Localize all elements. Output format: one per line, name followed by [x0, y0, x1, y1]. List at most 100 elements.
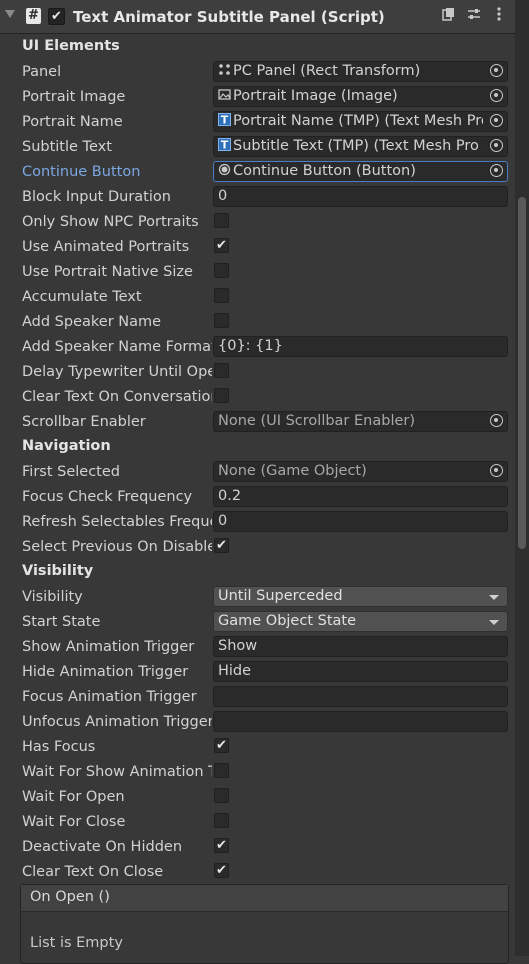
- delay-typewriter-checkbox[interactable]: [214, 363, 229, 378]
- row-first-selected: First Selected None (Game Object): [0, 460, 512, 485]
- block-input-duration-field[interactable]: 0: [213, 186, 508, 207]
- reference-icon[interactable]: [441, 7, 457, 23]
- object-picker-icon[interactable]: [490, 114, 503, 127]
- continue-button-value: Continue Button (Button): [233, 163, 416, 179]
- label-select-previous: Select Previous On Disable: [22, 539, 212, 555]
- deactivate-hidden-checkbox[interactable]: ✔: [214, 838, 229, 853]
- label-add-speaker: Add Speaker Name: [22, 314, 162, 330]
- portrait-image-object-field[interactable]: Portrait Image (Image): [213, 86, 508, 107]
- portrait-name-object-field[interactable]: T Portrait Name (TMP) (Text Mesh Pro: [213, 111, 508, 132]
- first-selected-object-field[interactable]: None (Game Object): [213, 461, 508, 482]
- has-focus-checkbox[interactable]: ✔: [214, 738, 229, 753]
- accumulate-checkbox[interactable]: [214, 288, 229, 303]
- use-animated-checkbox[interactable]: ✔: [214, 238, 229, 253]
- start-state-dropdown[interactable]: Game Object State: [213, 611, 508, 632]
- select-previous-checkbox[interactable]: ✔: [214, 538, 229, 553]
- focus-trigger-field[interactable]: [213, 686, 508, 707]
- row-block-input: Block Input Duration 0: [0, 185, 512, 210]
- clear-on-conversation-checkbox[interactable]: [214, 388, 229, 403]
- label-focus-trigger: Focus Animation Trigger: [22, 689, 197, 705]
- clear-on-close-checkbox[interactable]: ✔: [214, 863, 229, 878]
- wait-show-checkbox[interactable]: [214, 763, 229, 778]
- svg-text:T: T: [221, 139, 229, 152]
- object-picker-icon[interactable]: [490, 89, 503, 102]
- unfocus-trigger-field[interactable]: [213, 711, 508, 732]
- label-refresh-frequency: Refresh Selectables Frequency: [22, 514, 212, 530]
- speaker-format-field[interactable]: {0}: {1}: [213, 336, 508, 357]
- row-portrait-name: Portrait Name T Portrait Name (TMP) (Text…: [0, 110, 512, 135]
- refresh-frequency-value: 0: [218, 513, 228, 529]
- row-continue-button: Continue Button Continue Button (Button): [0, 160, 512, 185]
- dropdown-caret-icon: [489, 595, 499, 600]
- on-open-event-list[interactable]: On Open () List is Empty: [20, 884, 509, 964]
- scrollbar-enabler-value: None (UI Scrollbar Enabler): [218, 413, 416, 429]
- vertical-scrollbar[interactable]: [515, 0, 529, 956]
- first-selected-value: None (Game Object): [218, 463, 367, 479]
- panel-object-field[interactable]: PC Panel (Rect Transform): [213, 61, 508, 82]
- row-wait-show: Wait For Show Animation To Finish: [0, 760, 512, 785]
- show-trigger-field[interactable]: Show: [213, 636, 508, 657]
- continue-button-object-field[interactable]: Continue Button (Button): [213, 161, 508, 182]
- label-subtitle-text: Subtitle Text: [22, 139, 112, 155]
- object-picker-icon[interactable]: [490, 164, 503, 177]
- foldout-arrow-icon[interactable]: [5, 10, 15, 18]
- tmp-text-icon: T: [218, 138, 231, 151]
- section-navigation: Navigation: [22, 438, 111, 454]
- event-title: On Open (): [30, 889, 110, 905]
- only-npc-checkbox[interactable]: [214, 213, 229, 228]
- section-ui-elements: UI Elements: [22, 38, 120, 54]
- portrait-image-value: Portrait Image (Image): [233, 88, 398, 104]
- preset-icon[interactable]: [466, 7, 482, 23]
- label-wait-close: Wait For Close: [22, 814, 126, 830]
- row-delay-typewriter: Delay Typewriter Until Open: [0, 360, 512, 385]
- tmp-text-icon: T: [218, 113, 231, 126]
- row-has-focus: Has Focus ✔: [0, 735, 512, 760]
- row-scrollbar-enabler: Scrollbar Enabler None (UI Scrollbar Ena…: [0, 410, 512, 435]
- label-use-animated: Use Animated Portraits: [22, 239, 190, 255]
- visibility-dropdown[interactable]: Until Superceded: [213, 586, 508, 607]
- row-panel: Panel PC Panel (Rect Transform): [0, 60, 512, 85]
- label-hide-trigger: Hide Animation Trigger: [22, 664, 189, 680]
- scrollbar-thumb[interactable]: [518, 197, 526, 549]
- row-unfocus-trigger: Unfocus Animation Trigger: [0, 710, 512, 735]
- component-header[interactable]: # ✔ Text Animator Subtitle Panel (Script…: [0, 0, 515, 34]
- script-hash-icon: #: [26, 8, 41, 24]
- start-state-value: Game Object State: [218, 613, 356, 629]
- subtitle-text-object-field[interactable]: T Subtitle Text (TMP) (Text Mesh Pro: [213, 136, 508, 157]
- kebab-menu-icon[interactable]: [491, 7, 507, 23]
- row-visibility: Visibility Until Superceded: [0, 585, 512, 610]
- row-portrait-image: Portrait Image Portrait Image (Image): [0, 85, 512, 110]
- hide-trigger-field[interactable]: Hide: [213, 661, 508, 682]
- section-visibility: Visibility: [22, 563, 94, 579]
- add-speaker-checkbox[interactable]: [214, 313, 229, 328]
- row-subtitle-text: Subtitle Text T Subtitle Text (TMP) (Text…: [0, 135, 512, 160]
- label-scrollbar-enabler: Scrollbar Enabler: [22, 414, 146, 430]
- native-size-checkbox[interactable]: [214, 263, 229, 278]
- button-component-icon: [218, 163, 231, 176]
- wait-close-checkbox[interactable]: [214, 813, 229, 828]
- image-icon: [218, 89, 231, 100]
- row-clear-on-close: Clear Text On Close ✔: [0, 860, 512, 885]
- object-picker-icon[interactable]: [490, 464, 503, 477]
- row-clear-on-conversation: Clear Text On Conversation: [0, 385, 512, 410]
- label-portrait-image: Portrait Image: [22, 89, 126, 105]
- object-picker-icon[interactable]: [490, 414, 503, 427]
- label-clear-on-conversation: Clear Text On Conversation: [22, 389, 212, 405]
- scrollbar-enabler-object-field[interactable]: None (UI Scrollbar Enabler): [213, 411, 508, 432]
- wait-open-checkbox[interactable]: [214, 788, 229, 803]
- rect-transform-icon: [219, 64, 230, 75]
- component-enabled-checkbox[interactable]: ✔: [48, 8, 65, 25]
- row-speaker-format: Add Speaker Name Format {0}: {1}: [0, 335, 512, 360]
- label-accumulate: Accumulate Text: [22, 289, 142, 305]
- svg-text:T: T: [221, 114, 229, 127]
- label-native-size: Use Portrait Native Size: [22, 264, 193, 280]
- component-title: Text Animator Subtitle Panel (Script): [73, 8, 385, 26]
- row-deactivate-hidden: Deactivate On Hidden ✔: [0, 835, 512, 860]
- speaker-format-value: {0}: {1}: [218, 338, 283, 354]
- focus-frequency-field[interactable]: 0.2: [213, 486, 508, 507]
- refresh-frequency-field[interactable]: 0: [213, 511, 508, 532]
- label-block-input: Block Input Duration: [22, 189, 171, 205]
- object-picker-icon[interactable]: [490, 139, 503, 152]
- visibility-value: Until Superceded: [218, 588, 343, 604]
- object-picker-icon[interactable]: [490, 64, 503, 77]
